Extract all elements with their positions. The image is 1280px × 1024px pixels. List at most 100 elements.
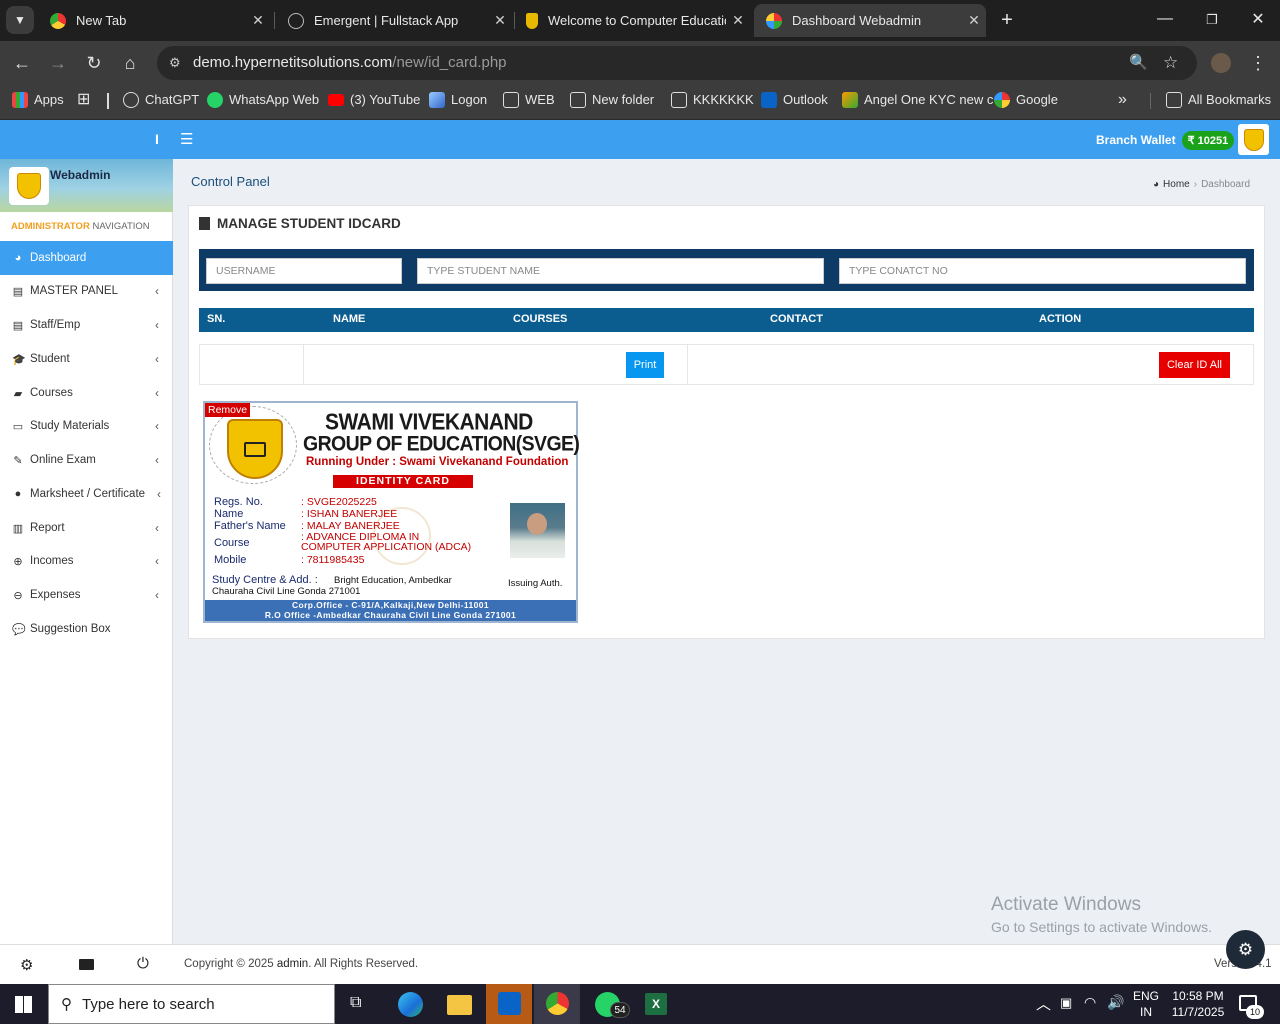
tray-chevron-icon[interactable]: ︿ [1036, 993, 1051, 1014]
close-icon[interactable]: ✕ [488, 12, 512, 29]
new-tab-button[interactable]: + [994, 6, 1020, 34]
more-menu-icon[interactable]: ⋮ [1248, 41, 1268, 85]
forward-icon[interactable]: → [42, 41, 74, 85]
branch-wallet[interactable]: Branch Wallet ₹ 10251 [1096, 129, 1235, 151]
tab-emergent[interactable]: Emergent | Fullstack App ✕ [276, 4, 512, 37]
clear-id-all-button[interactable]: Clear ID All [1159, 352, 1230, 378]
bookmark-whatsapp[interactable]: WhatsApp Web [207, 85, 319, 115]
mail-icon[interactable] [79, 959, 94, 970]
sidebar-item-online-exam[interactable]: ✎ Online Exam ‹ [0, 443, 173, 477]
hamburger-menu-icon[interactable]: ☰ [180, 130, 193, 148]
sidebar-item-staff[interactable]: ▤ Staff/Emp ‹ [0, 308, 173, 342]
file-icon: ▤ [12, 319, 24, 332]
sidebar-item-expenses[interactable]: ⊖ Expenses ‹ [0, 578, 173, 612]
contact-input[interactable]: TYPE CONATCT NO [839, 258, 1246, 284]
zoom-icon[interactable]: 🔍 [1129, 46, 1148, 80]
bookmark-apps[interactable]: Apps [12, 85, 64, 115]
edit-icon: ✎ [13, 454, 23, 467]
chevron-left-icon: ‹ [157, 487, 161, 501]
sidebar-item-courses[interactable]: ▰ Courses ‹ [0, 376, 173, 410]
svge-logo [9, 167, 49, 205]
meet-icon[interactable]: ▣ [1060, 995, 1072, 1011]
bookmark-logon[interactable]: Logon [429, 85, 487, 115]
close-window-button[interactable]: ✕ [1243, 6, 1273, 34]
bookmark-grid[interactable]: ⊞ [77, 85, 90, 115]
breadcrumb-home[interactable]: Home [1163, 179, 1190, 190]
home-icon[interactable]: ⌂ [114, 41, 146, 85]
chevron-left-icon: ‹ [155, 521, 159, 535]
brand-name: Webadmin [50, 168, 111, 182]
minimize-button[interactable]: — [1150, 6, 1180, 34]
tab-dashboard-webadmin[interactable]: Dashboard Webadmin ✕ [754, 4, 986, 37]
power-icon[interactable]: ⏻ [137, 955, 149, 972]
settings-icon[interactable]: ⚙ [20, 956, 33, 974]
sidebar-item-master-panel[interactable]: ▤ MASTER PANEL ‹ [0, 274, 173, 308]
wallet-badge: ₹ 10251 [1181, 130, 1235, 150]
wifi-icon[interactable]: ◠ [1084, 994, 1096, 1011]
address-bar[interactable]: ⚙ demo.hypernetitsolutions.com/new/id_ca… [157, 46, 1197, 80]
all-bookmarks[interactable]: All Bookmarks [1166, 85, 1271, 115]
remove-button[interactable]: Remove [205, 403, 251, 417]
sidebar-item-student[interactable]: 🎓 Student ‹ [0, 342, 173, 376]
back-icon[interactable]: ← [6, 41, 38, 85]
close-icon[interactable]: ✕ [246, 12, 270, 29]
close-icon[interactable]: ✕ [962, 12, 986, 29]
task-view-icon[interactable]: ⧉ [350, 994, 361, 1012]
student-name-input[interactable]: TYPE STUDENT NAME [417, 258, 824, 284]
dashboard-icon: ◕ [14, 252, 22, 264]
settings-fab[interactable]: ⚙ [1226, 930, 1265, 969]
file-explorer-icon[interactable] [447, 995, 472, 1015]
close-icon[interactable]: ✕ [726, 12, 750, 29]
identity-card-title: IDENTITY CARD [333, 475, 473, 488]
sidebar-item-study-materials[interactable]: ▭ Study Materials ‹ [0, 409, 173, 443]
browser-tab-strip: ▼ New Tab ✕ Emergent | Fullstack App ✕ W… [0, 0, 1280, 41]
issuing-authority: Issuing Auth. [508, 578, 563, 589]
bookmark-angel-one[interactable]: Angel One KYC new c [842, 85, 993, 115]
bookmark-kkkkkkk[interactable]: KKKKKKK [671, 85, 754, 115]
chevron-left-icon: ‹ [155, 352, 159, 366]
bookmark-chatgpt[interactable]: ChatGPT [123, 85, 199, 115]
column-courses: COURSES [513, 313, 568, 325]
outlook-taskbar-icon[interactable] [486, 984, 532, 1024]
svge-shield-icon [17, 173, 41, 199]
card-footer: Corp.Office - C-91/A,Kalkaji,New Delhi-1… [205, 600, 576, 621]
restore-button[interactable]: ❐ [1197, 6, 1227, 34]
bookmark-youtube[interactable]: (3) YouTube [328, 85, 420, 115]
circle-icon: ● [14, 488, 22, 500]
sidebar-item-marksheet[interactable]: ● Marksheet / Certificate ‹ [0, 477, 173, 511]
site-info-icon[interactable]: ⚙ [169, 46, 181, 80]
tab-new-tab[interactable]: New Tab ✕ [38, 4, 270, 37]
chrome-taskbar-icon[interactable] [534, 984, 580, 1024]
volume-icon[interactable]: 🔊 [1107, 994, 1124, 1011]
logon-icon [429, 92, 445, 108]
home-icon: ◕ [1153, 179, 1160, 190]
clock[interactable]: 10:58 PM 11/7/2025 [1166, 988, 1230, 1020]
tab-welcome[interactable]: Welcome to Computer Educatio ✕ [514, 4, 750, 37]
footer-admin-link[interactable]: admin [277, 958, 308, 970]
reload-icon[interactable]: ↻ [78, 41, 110, 85]
bookmark-web[interactable]: WEB [503, 85, 555, 115]
bookmark-new-folder[interactable]: New folder [570, 85, 654, 115]
user-avatar[interactable] [1238, 124, 1269, 155]
sidebar-item-incomes[interactable]: ⊕ Incomes ‹ [0, 544, 173, 578]
print-button[interactable]: Print [626, 352, 664, 378]
excel-icon[interactable]: X [645, 993, 667, 1015]
apps-grid-icon [12, 92, 28, 108]
more-bookmarks-icon[interactable]: » [1118, 85, 1127, 115]
app-header: I ☰ Branch Wallet ₹ 10251 [0, 120, 1280, 159]
edge-icon[interactable] [398, 992, 423, 1017]
sidebar-item-suggestion-box[interactable]: 💬 Suggestion Box [0, 612, 173, 646]
language-indicator[interactable]: ENG IN [1133, 988, 1159, 1020]
taskbar-search[interactable]: ⚲ Type here to search [48, 984, 335, 1024]
tab-search-button[interactable]: ▼ [6, 6, 34, 34]
star-icon[interactable]: ☆ [1163, 46, 1178, 80]
sidebar-logo-toggle[interactable]: I [155, 131, 159, 147]
username-input[interactable]: USERNAME [206, 258, 402, 284]
reg-no-value: : SVGE2025225 [301, 496, 377, 508]
profile-avatar[interactable] [1211, 53, 1231, 73]
sidebar-item-dashboard[interactable]: ◕ Dashboard [0, 241, 173, 275]
bookmark-outlook[interactable]: Outlook [761, 85, 828, 115]
bookmark-google[interactable]: Google [994, 85, 1058, 115]
sidebar-item-report[interactable]: ▥ Report ‹ [0, 511, 173, 545]
windows-start-icon[interactable] [15, 996, 32, 1013]
